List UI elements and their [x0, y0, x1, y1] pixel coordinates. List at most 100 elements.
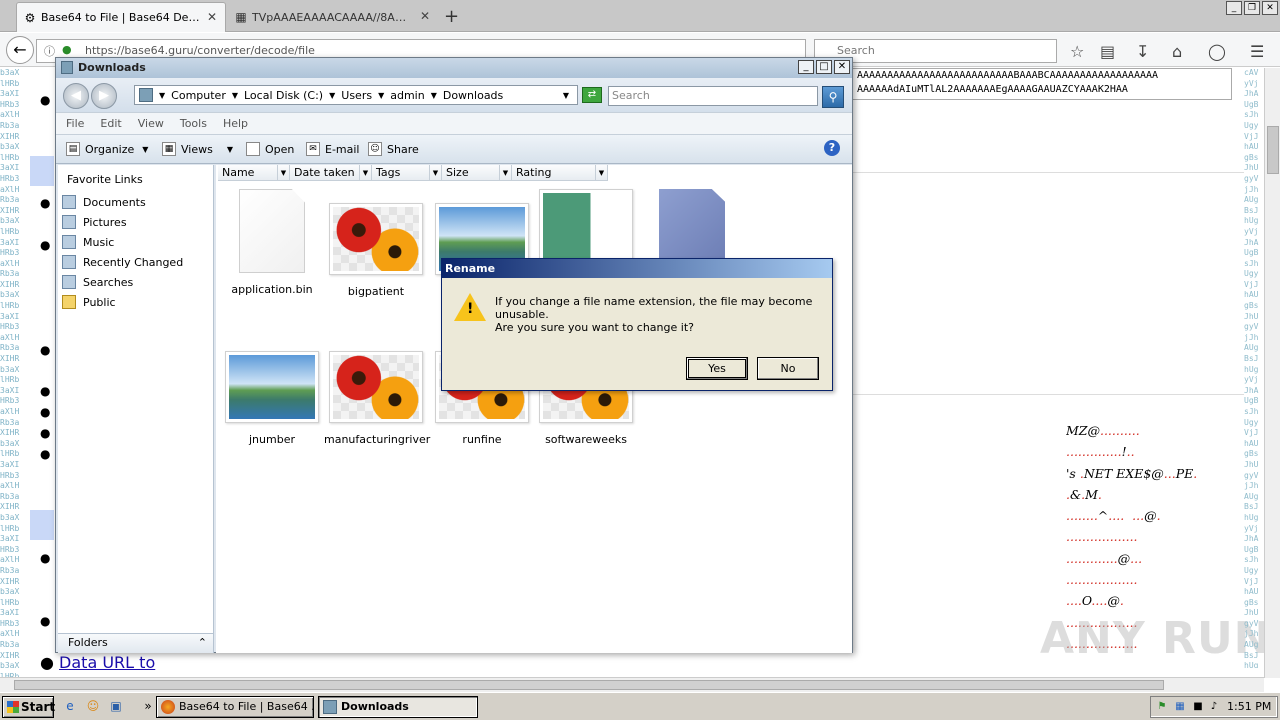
breadcrumb-item[interactable]: Users — [341, 89, 372, 102]
column-size[interactable]: Size ▼ — [442, 165, 512, 181]
library-icon[interactable]: ▤ — [1100, 42, 1115, 61]
chevron-down-icon[interactable]: ▼ — [431, 91, 437, 100]
scroll-thumb[interactable] — [1267, 126, 1279, 174]
quick-launch-chevron-icon[interactable]: » — [140, 698, 156, 714]
minimize-button[interactable]: _ — [798, 60, 814, 74]
data-url-link[interactable]: ● Data URL to — [40, 653, 155, 672]
network-icon[interactable]: ▦ — [1173, 700, 1187, 714]
favorite-public[interactable]: Public — [62, 293, 116, 311]
chevron-down-icon[interactable]: ▼ — [277, 165, 289, 181]
email-label: E-mail — [325, 142, 360, 156]
no-button[interactable]: No — [757, 357, 819, 380]
close-browser-button[interactable]: ✕ — [1262, 1, 1278, 15]
base64-textarea[interactable]: AAAAAAAAAAAAAAAAAAAAAAAAAABAAABCAAAAAAAA… — [852, 68, 1232, 100]
restore-browser-button[interactable]: ❐ — [1244, 1, 1260, 15]
explorer-search-input[interactable]: Search — [608, 86, 818, 106]
chevron-down-icon[interactable]: ▼ — [232, 91, 238, 100]
menu-icon[interactable]: ☰ — [1250, 42, 1264, 61]
home-icon[interactable]: ⌂ — [1172, 42, 1182, 61]
scroll-thumb[interactable] — [14, 680, 1164, 690]
security-icon[interactable]: ⚑ — [1155, 700, 1169, 714]
views-button[interactable]: ▦ Views ▼ — [162, 142, 233, 156]
info-icon[interactable]: ⓘ — [44, 43, 55, 59]
tab-base64-data[interactable]: ▦ TVpAAAEAAAACAAAA//8AAL... ✕ — [228, 2, 438, 32]
explorer-forward-button[interactable]: ▶ — [91, 83, 117, 109]
bookmark-star-icon[interactable]: ☆ — [1070, 42, 1084, 61]
pocket-icon[interactable]: ◯ — [1208, 42, 1226, 61]
data-url-link-text[interactable]: Data URL to — [59, 653, 155, 672]
breadcrumb-item[interactable]: admin — [390, 89, 424, 102]
column-label: Rating — [516, 166, 552, 179]
tab-base64-to-file[interactable]: ⚙ Base64 to File | Base64 Deco... ✕ — [16, 2, 226, 32]
desktop-icon[interactable]: ▣ — [108, 698, 124, 714]
menu-tools[interactable]: Tools — [180, 117, 207, 130]
chevron-down-icon[interactable]: ▼ — [378, 91, 384, 100]
back-button[interactable]: ← — [6, 36, 34, 64]
column-tags[interactable]: Tags ▼ — [372, 165, 442, 181]
network-status-icon[interactable]: ■ — [1191, 700, 1205, 714]
volume-icon[interactable]: ♪ — [1207, 700, 1221, 714]
open-button[interactable]: Open — [246, 142, 294, 156]
yes-button[interactable]: Yes — [686, 357, 748, 380]
breadcrumb-item[interactable]: Downloads — [443, 89, 503, 102]
chevron-down-icon[interactable]: ▼ — [359, 165, 371, 181]
favorite-music[interactable]: Music — [62, 233, 114, 251]
maximize-button[interactable]: □ — [816, 60, 832, 74]
menu-help[interactable]: Help — [223, 117, 248, 130]
column-name[interactable]: Name ▼ — [218, 165, 290, 181]
file-item[interactable]: manufacturingriver — [324, 351, 430, 446]
ie-icon[interactable]: e — [62, 698, 78, 714]
column-rating[interactable]: Rating ▼ — [512, 165, 608, 181]
start-button[interactable]: Start — [2, 696, 55, 718]
chevron-down-icon[interactable]: ▼ — [329, 91, 335, 100]
chevron-down-icon[interactable]: ▼ — [499, 165, 511, 181]
chevron-down-icon[interactable]: ▼ — [595, 165, 607, 181]
close-button[interactable]: ✕ — [834, 60, 850, 74]
task-downloads[interactable]: Downloads — [318, 696, 478, 718]
breadcrumb-item[interactable]: Computer — [171, 89, 226, 102]
folders-toggle[interactable]: Folders ⌃ — [58, 633, 213, 653]
breadcrumb[interactable]: ▼ Computer ▼ Local Disk (C:) ▼ Users ▼ a… — [134, 85, 578, 105]
page-horizontal-scrollbar[interactable] — [0, 677, 1264, 692]
email-button[interactable]: ✉ E-mail — [306, 142, 360, 156]
breadcrumb-item[interactable]: Local Disk (C:) — [244, 89, 323, 102]
menu-file[interactable]: File — [66, 117, 84, 130]
explorer-titlebar[interactable]: Downloads _ □ ✕ — [56, 58, 852, 78]
favorite-documents[interactable]: Documents — [62, 193, 146, 211]
task-firefox[interactable]: Base64 to File | Base64 ... — [156, 696, 314, 718]
favorite-links-heading: Favorite Links — [67, 173, 143, 186]
minimize-browser-button[interactable]: _ — [1226, 1, 1242, 15]
file-item[interactable] — [640, 189, 744, 269]
new-tab-button[interactable]: + — [444, 6, 459, 27]
dialog-title[interactable]: Rename — [442, 259, 832, 278]
file-item[interactable]: application.bin — [220, 189, 324, 296]
music-icon — [62, 235, 76, 249]
clock[interactable]: 1:51 PM — [1227, 700, 1271, 713]
search-icon[interactable]: ⚲ — [822, 86, 844, 108]
flowers-image — [333, 355, 419, 419]
menu-view[interactable]: View — [138, 117, 164, 130]
page-vertical-scrollbar[interactable] — [1264, 68, 1280, 678]
explorer-back-button[interactable]: ◀ — [63, 83, 89, 109]
file-item[interactable]: bigpatient — [324, 203, 428, 298]
chevron-down-icon[interactable]: ▼ — [159, 91, 165, 100]
close-tab-icon[interactable]: ✕ — [420, 9, 430, 23]
favorite-pictures[interactable]: Pictures — [62, 213, 127, 231]
chevron-down-icon[interactable]: ▼ — [429, 165, 441, 181]
share-button[interactable]: ☺ Share — [368, 142, 419, 156]
organize-button[interactable]: ▤ Organize ▼ — [66, 142, 148, 156]
file-item[interactable]: jnumber — [220, 351, 324, 446]
favorite-searches[interactable]: Searches — [62, 273, 133, 291]
refresh-icon[interactable]: ⇄ — [582, 87, 602, 103]
media-icon[interactable]: ☺ — [85, 698, 101, 714]
downloads-icon[interactable]: ↧ — [1136, 42, 1149, 61]
lock-icon[interactable]: ● — [62, 43, 72, 56]
column-date-taken[interactable]: Date taken ▼ — [290, 165, 372, 181]
help-icon[interactable]: ? — [824, 140, 840, 156]
folder-icon — [323, 700, 337, 714]
chevron-down-icon: ▼ — [226, 144, 233, 154]
close-tab-icon[interactable]: ✕ — [207, 10, 217, 24]
menu-edit[interactable]: Edit — [100, 117, 121, 130]
address-dropdown-icon[interactable]: ▼ — [563, 91, 569, 100]
favorite-recently-changed[interactable]: Recently Changed — [62, 253, 183, 271]
